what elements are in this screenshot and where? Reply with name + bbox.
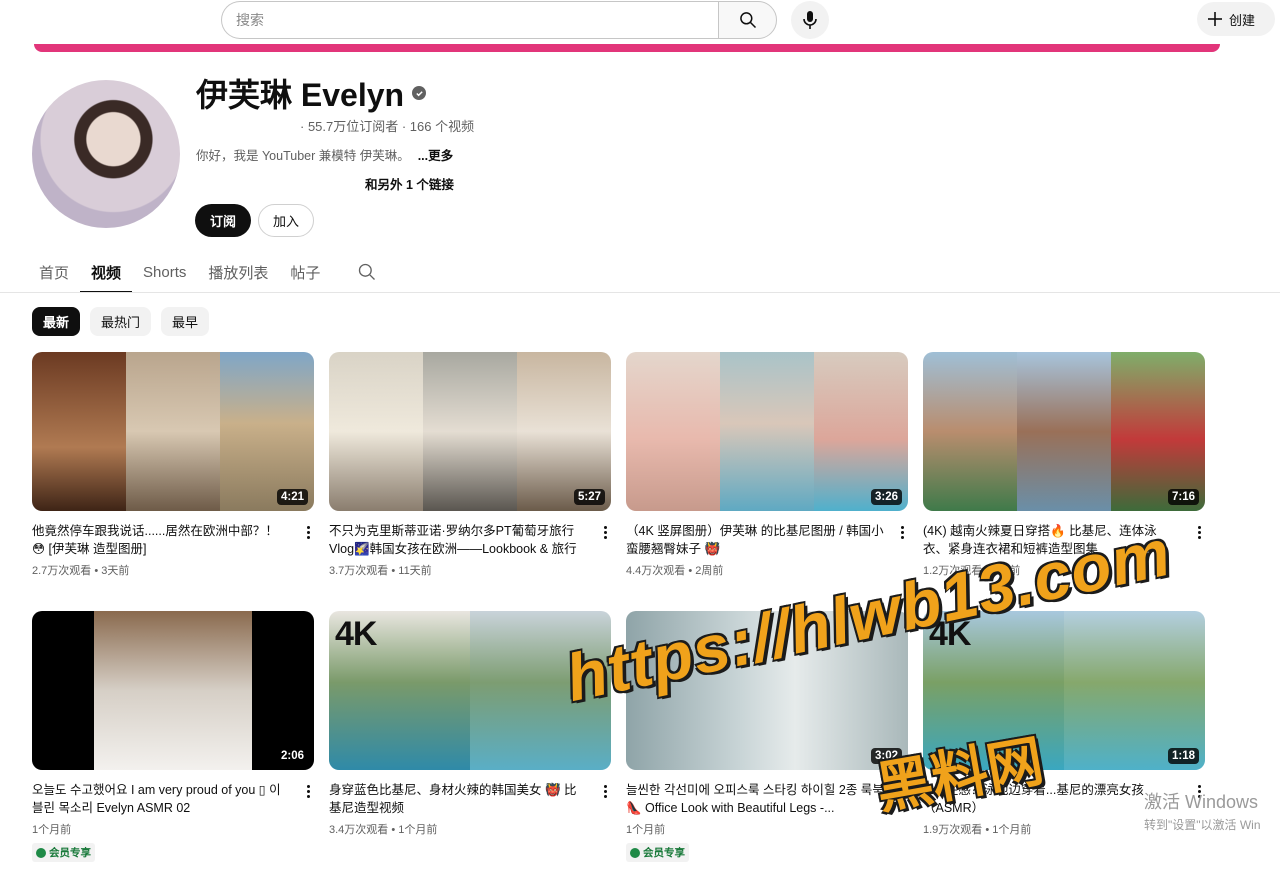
video-views: 3.4万次观看: [329, 824, 389, 836]
channel-avatar[interactable]: [32, 80, 180, 228]
subscribe-button[interactable]: 订阅: [195, 204, 251, 237]
video-title[interactable]: 身穿蓝色比基尼、身材火辣的韩国美女 👹 比基尼造型视频: [329, 781, 587, 817]
channel-title: 伊芙琳 Evelyn: [196, 70, 427, 116]
video-thumbnail[interactable]: 5:27: [329, 352, 611, 511]
members-only-badge: 会员专享: [626, 843, 689, 862]
channel-name-text: 伊芙琳 Evelyn: [196, 77, 405, 113]
member-label: 会员专享: [49, 847, 91, 859]
video-title[interactable]: 오늘도 수고했어요 I am very proud of you ▯ 이블린 목…: [32, 781, 290, 817]
more-actions-icon[interactable]: [597, 781, 613, 801]
video-card[interactable]: 5:27 不只为克里斯蒂亚诺·罗纳尔多PT葡萄牙旅行Vlog🌠韩国女孩在欧洲——…: [329, 352, 611, 578]
search-icon: [739, 12, 756, 29]
more-link[interactable]: ...更多: [418, 149, 453, 163]
verified-icon: [412, 86, 427, 100]
video-duration: 7:16: [1167, 489, 1199, 505]
member-star-icon: [630, 847, 640, 858]
video-age: 1个月前: [992, 824, 1032, 836]
channel-stats: · 55.7万位订阅者 · 166 个视频: [300, 119, 475, 134]
resolution-tag: 4K: [335, 615, 377, 653]
activation-subtitle: 转到"设置"以激活 Win: [1144, 818, 1261, 832]
members-only-badge: 会员专享: [32, 843, 95, 862]
voice-search-button[interactable]: [791, 1, 829, 39]
video-thumbnail[interactable]: 4:21: [32, 352, 314, 511]
channel-links[interactable]: 和另外 1 个链接: [365, 174, 454, 193]
video-meta: 3.7万次观看 • 11天前: [329, 565, 432, 577]
video-title[interactable]: 늘씬한 각선미에 오피스룩 스타킹 하이힐 2종 룩북 👠 Office Loo…: [626, 781, 884, 817]
video-card[interactable]: 3:26 （4K 竖屏图册）伊芙琳 的比基尼图册 / 韩国小蛮腰翘臀妹子 👹 4…: [626, 352, 908, 578]
search-bar: [221, 1, 777, 39]
video-views: 3.7万次观看: [329, 565, 389, 577]
video-age: 11天前: [398, 565, 432, 577]
tab-videos[interactable]: 视频: [80, 253, 133, 293]
video-duration: 5:27: [573, 489, 605, 505]
microphone-icon: [803, 11, 817, 29]
more-actions-icon[interactable]: [894, 522, 910, 542]
member-label: 会员专享: [643, 847, 685, 859]
more-actions-icon[interactable]: [597, 522, 613, 542]
video-age: 2周前: [695, 565, 724, 577]
video-views: 1.9万次观看: [923, 824, 983, 836]
create-button[interactable]: 创建: [1197, 2, 1275, 36]
tab-posts[interactable]: 帖子: [279, 253, 331, 291]
video-meta: 2.7万次观看 • 3天前: [32, 565, 130, 577]
description-text: 你好，我是 YouTuber 兼模特 伊芙琳。: [196, 149, 410, 163]
video-age: 1个月前: [626, 824, 666, 836]
video-meta: 3.4万次观看 • 1个月前: [329, 824, 438, 836]
video-duration: 2:06: [276, 748, 308, 764]
member-star-icon: [36, 847, 46, 858]
tab-playlists[interactable]: 播放列表: [197, 253, 279, 291]
activation-title: 激活 Windows: [1144, 792, 1259, 812]
channel-tabs: 首页 视频 Shorts 播放列表 帖子: [28, 252, 377, 293]
plus-icon: [1208, 12, 1222, 26]
video-age: 3天前: [101, 565, 130, 577]
sort-chips: 最新 最热门 最早: [32, 307, 210, 336]
chip-oldest[interactable]: 最早: [161, 307, 210, 336]
windows-activation-notice: 激活 Windows 转到"设置"以激活 Win: [1144, 788, 1261, 833]
more-actions-icon[interactable]: [1191, 522, 1207, 542]
more-actions-icon[interactable]: [300, 522, 316, 542]
video-thumbnail[interactable]: 2:06: [32, 611, 314, 770]
channel-search-button[interactable]: [357, 262, 377, 282]
search-input[interactable]: [221, 1, 718, 39]
video-duration: 4:21: [276, 489, 308, 505]
channel-banner: [34, 44, 1220, 52]
search-icon: [359, 263, 376, 280]
tab-shorts[interactable]: Shorts: [132, 253, 197, 291]
video-views: 2.7万次观看: [32, 565, 92, 577]
video-card[interactable]: 4:21 他竟然停车跟我说话......居然在欧洲中部？！😳 [伊芙琳 造型图册…: [32, 352, 314, 578]
chip-popular[interactable]: 最热门: [90, 307, 152, 336]
video-title[interactable]: 他竟然停车跟我说话......居然在欧洲中部？！😳 [伊芙琳 造型图册]: [32, 522, 290, 558]
video-meta: 1个月前: [626, 821, 908, 837]
tab-home[interactable]: 首页: [28, 253, 80, 291]
video-card[interactable]: 2:06 오늘도 수고했어요 I am very proud of you ▯ …: [32, 611, 314, 863]
video-thumbnail[interactable]: 7:16: [923, 352, 1205, 511]
video-duration: 1:18: [1167, 748, 1199, 764]
join-button[interactable]: 加入: [258, 204, 314, 237]
video-thumbnail[interactable]: 3:26: [626, 352, 908, 511]
search-button[interactable]: [718, 1, 777, 39]
video-title[interactable]: 不只为克里斯蒂亚诺·罗纳尔多PT葡萄牙旅行Vlog🌠韩国女孩在欧洲——Lookb…: [329, 522, 587, 558]
channel-description[interactable]: 你好，我是 YouTuber 兼模特 伊芙琳。 ...更多: [196, 145, 453, 164]
video-title[interactable]: （4K 竖屏图册）伊芙琳 的比基尼图册 / 韩国小蛮腰翘臀妹子 👹: [626, 522, 884, 558]
chip-latest[interactable]: 最新: [32, 307, 81, 336]
video-views: 4.4万次观看: [626, 565, 686, 577]
video-age: 1个月前: [398, 824, 438, 836]
more-actions-icon[interactable]: [300, 781, 316, 801]
video-duration: 3:26: [870, 489, 902, 505]
video-age: 1个月前: [32, 824, 72, 836]
create-label: 创建: [1229, 12, 1256, 28]
video-meta: 1个月前: [32, 821, 314, 837]
tabs-divider: [0, 292, 1280, 293]
